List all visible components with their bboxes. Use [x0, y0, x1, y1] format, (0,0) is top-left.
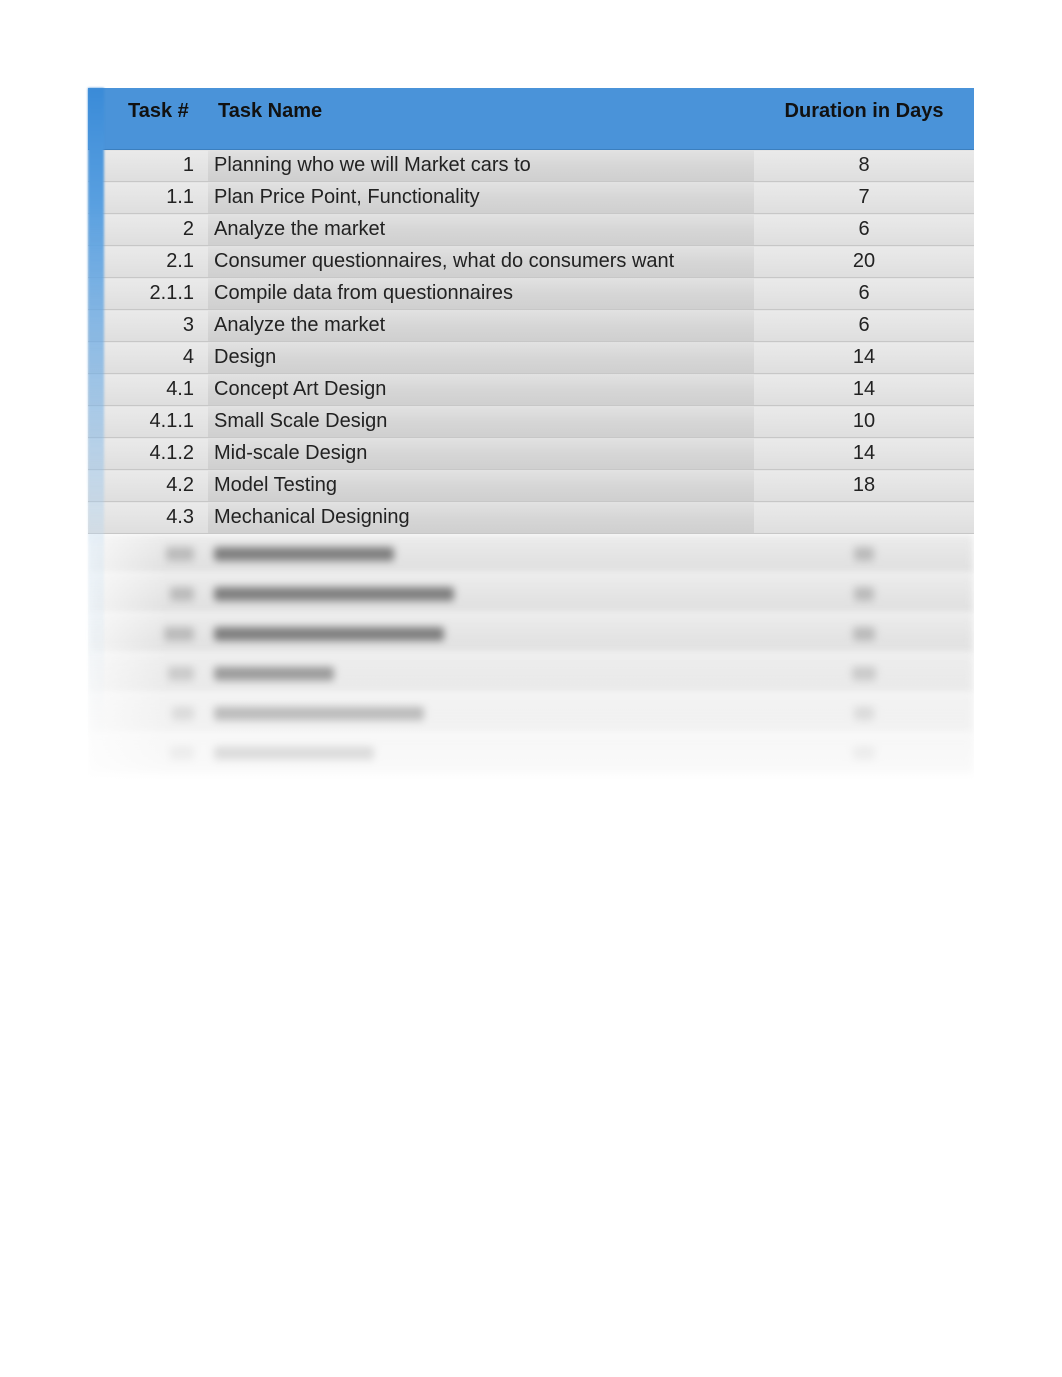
cell-duration: 14 [754, 374, 974, 406]
task-table-container: Task # Task Name Duration in Days 1 Plan… [88, 88, 974, 794]
table-row: 4.1 Concept Art Design 14 [88, 374, 974, 406]
col-header-task-number: Task # [88, 88, 208, 150]
cell-task-number: 1.1 [88, 182, 208, 214]
cell-task-name: Small Scale Design [208, 406, 754, 438]
cell-task-name: Analyze the market [208, 214, 754, 246]
cell-duration: 6 [754, 310, 974, 342]
col-header-task-name: Task Name [208, 88, 754, 150]
table-row: 4.2 Model Testing 18 [88, 470, 974, 502]
cell-task-number: 2.1 [88, 246, 208, 278]
cell-task-name: Design [208, 342, 754, 374]
cell-task-number: 4.1.1 [88, 406, 208, 438]
blurred-row [88, 614, 974, 654]
table-row: 4.3 Mechanical Designing [88, 502, 974, 534]
cell-task-number: 4 [88, 342, 208, 374]
cell-duration: 10 [754, 406, 974, 438]
blurred-row [88, 534, 974, 574]
task-table-header: Task # Task Name Duration in Days [88, 88, 974, 150]
table-row: 4 Design 14 [88, 342, 974, 374]
cell-task-name: Analyze the market [208, 310, 754, 342]
blurred-row [88, 654, 974, 694]
cell-task-name: Plan Price Point, Functionality [208, 182, 754, 214]
cell-task-name: Model Testing [208, 470, 754, 502]
table-row: 4.1.2 Mid-scale Design 14 [88, 438, 974, 470]
table-row: 1 Planning who we will Market cars to 8 [88, 150, 974, 182]
cell-task-number: 3 [88, 310, 208, 342]
cell-task-name: Planning who we will Market cars to [208, 150, 754, 182]
cell-duration [754, 502, 974, 534]
table-row: 4.1.1 Small Scale Design 10 [88, 406, 974, 438]
cell-task-number: 1 [88, 150, 208, 182]
side-accent-bar [88, 88, 104, 744]
task-table-body: 1 Planning who we will Market cars to 8 … [88, 150, 974, 534]
cell-duration: 6 [754, 278, 974, 310]
blurred-row [88, 734, 974, 774]
cell-duration: 18 [754, 470, 974, 502]
task-table: Task # Task Name Duration in Days 1 Plan… [88, 88, 974, 534]
cell-duration: 6 [754, 214, 974, 246]
table-row: 2.1.1 Compile data from questionnaires 6 [88, 278, 974, 310]
table-row: 3 Analyze the market 6 [88, 310, 974, 342]
blurred-row [88, 694, 974, 734]
col-header-duration: Duration in Days [754, 88, 974, 150]
cell-task-number: 4.1 [88, 374, 208, 406]
table-row: 2 Analyze the market 6 [88, 214, 974, 246]
cell-task-number: 4.1.2 [88, 438, 208, 470]
cell-task-number: 2.1.1 [88, 278, 208, 310]
blurred-row [88, 574, 974, 614]
cell-duration: 8 [754, 150, 974, 182]
cell-duration: 7 [754, 182, 974, 214]
cell-duration: 14 [754, 342, 974, 374]
cell-task-name: Compile data from questionnaires [208, 278, 754, 310]
table-row: 2.1 Consumer questionnaires, what do con… [88, 246, 974, 278]
cell-task-name: Concept Art Design [208, 374, 754, 406]
cell-task-number: 2 [88, 214, 208, 246]
cell-task-name: Mid-scale Design [208, 438, 754, 470]
blurred-preview-area [88, 534, 974, 794]
cell-duration: 14 [754, 438, 974, 470]
cell-task-name: Mechanical Designing [208, 502, 754, 534]
cell-task-number: 4.3 [88, 502, 208, 534]
cell-duration: 20 [754, 246, 974, 278]
cell-task-name: Consumer questionnaires, what do consume… [208, 246, 754, 278]
cell-task-number: 4.2 [88, 470, 208, 502]
table-row: 1.1 Plan Price Point, Functionality 7 [88, 182, 974, 214]
